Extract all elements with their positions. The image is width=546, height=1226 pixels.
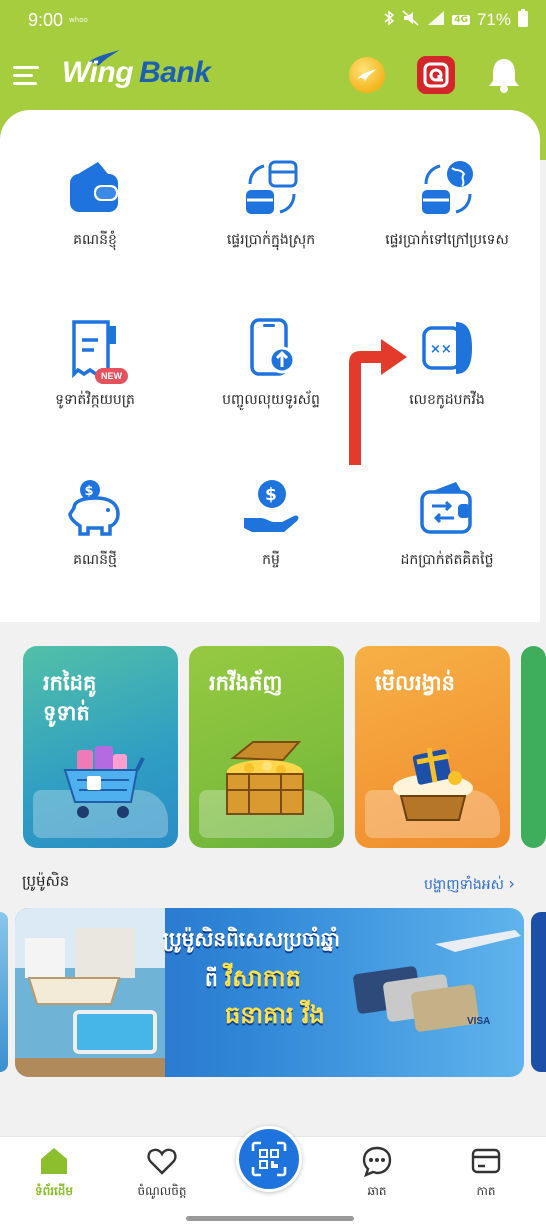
nav-home[interactable]: ទំព័រដើម [9, 1145, 99, 1201]
quick-action-free-withdraw[interactable]: ដកប្រាក់ឥតគិតថ្លៃ [362, 478, 532, 571]
quick-action-label: គណនីថ្មី [73, 552, 117, 568]
app-bar: Wing Bank [0, 44, 546, 108]
shopping-cart-icon [63, 746, 145, 818]
battery-icon [518, 9, 528, 31]
signal-icon [427, 10, 445, 30]
visa-label: VISA [467, 1016, 491, 1027]
bell-icon[interactable] [486, 56, 522, 94]
nav-chat[interactable]: ឆាត [332, 1145, 422, 1201]
svg-text:$: $ [265, 485, 277, 505]
quick-action-international-transfer[interactable]: ផ្ទេរប្រាក់ទៅក្រៅប្រទេស [362, 158, 532, 251]
treasure-chest-icon [226, 741, 304, 815]
quick-action-local-transfer[interactable]: ផ្ទេរប្រាក់ក្នុងស្រុក [186, 158, 356, 251]
see-all-label: បង្ហាញទាំងអស់ [424, 877, 504, 893]
mute-icon [402, 10, 420, 30]
banner-bank-name: ធនាគារ វីង [225, 1001, 325, 1029]
quick-action-bill-payment[interactable]: ទូទាត់វិក្កយបត្រ [10, 318, 180, 411]
logo-word-bank: Bank [139, 56, 211, 89]
qr-scan-icon [251, 1141, 287, 1177]
loan-icon: $ [244, 480, 299, 532]
nav-favorites[interactable]: ចំណូលចិត្ត [117, 1145, 207, 1201]
quick-action-my-account[interactable]: គណនីខ្ញុំ [10, 158, 180, 251]
quick-action-label: ដកប្រាក់ឥតគិតថ្លៃ [400, 552, 494, 568]
nav-label: ចំណូលចិត្ត [137, 1184, 187, 1198]
local-transfer-icon [246, 160, 298, 214]
reward-card-title: មើលរង្វាន់ [375, 671, 455, 695]
app-logo: Wing Bank [62, 56, 211, 90]
promotion-banner[interactable]: ប្រូម៉ូសិនពិសេសប្រចាំឆ្នាំ ពី វីសាកាត ធន… [15, 908, 524, 1077]
promotion-see-all-link[interactable]: បង្ហាញទាំងអស់ › [424, 874, 515, 896]
qr-scan-button[interactable] [236, 1126, 302, 1192]
nav-label: ឆាត [367, 1184, 387, 1198]
status-carrier-note: whoo [69, 16, 88, 24]
menu-icon[interactable] [13, 66, 39, 86]
svg-text:××: ×× [430, 342, 452, 357]
home-icon [41, 1148, 67, 1174]
banner-title: ប្រូម៉ូសិនពិសេសប្រចាំឆ្នាំ [163, 927, 340, 951]
logo-word-wing: Wing [62, 56, 134, 89]
banner-subtitle: ពី វីសាកាត [205, 964, 301, 992]
gift-icon [393, 747, 473, 821]
home-indicator[interactable] [186, 1216, 354, 1221]
chat-icon [362, 1146, 392, 1177]
nav-card[interactable]: កាត [441, 1145, 531, 1201]
status-icons: 4G 71% [383, 9, 528, 31]
quick-action-loan[interactable]: $ កម្ចី [186, 478, 356, 571]
wing-code-icon: ×× [422, 322, 472, 374]
nav-label: ទំព័រដើម [34, 1184, 74, 1198]
nav-label: កាត [476, 1184, 496, 1198]
reward-card-more[interactable] [521, 646, 546, 848]
card-icon [471, 1148, 501, 1174]
quick-action-label: ផ្ទេរប្រាក់ក្នុងស្រុក [226, 232, 316, 248]
mini-app-icon[interactable] [417, 56, 455, 94]
reward-card-view-prizes[interactable]: មើលរង្វាន់ [355, 646, 510, 848]
new-badge: NEW [95, 368, 128, 384]
quick-action-phone-topup[interactable]: បញ្ចូលលុយទូរស័ព្ទ [186, 318, 356, 411]
quick-action-label: បញ្ចូលលុយទូរស័ព្ទ [222, 392, 320, 408]
quick-action-label: គណនីខ្ញុំ [73, 232, 117, 248]
phone-topup-icon [250, 318, 296, 376]
network-type: 4G [452, 15, 470, 25]
status-bar: 9:00 whoo 4G 71% [0, 0, 546, 40]
reward-card-find-partner[interactable]: រកដៃគូ ទូទាត់ [23, 646, 178, 848]
status-time: 9:00 [28, 9, 64, 30]
reward-card-title: រកវីងភ័ញ [209, 671, 283, 695]
reward-card-find-treasure[interactable]: រកវីងភ័ញ [189, 646, 344, 848]
chevron-right-icon: › [508, 874, 515, 893]
coin-icon[interactable] [349, 57, 385, 93]
previous-banner-peek[interactable] [0, 912, 8, 1072]
heart-icon [147, 1148, 177, 1175]
battery-percent: 71% [476, 10, 511, 29]
bluetooth-icon [383, 10, 395, 30]
quick-action-label: ផ្ទេរប្រាក់ទៅក្រៅប្រទេស [385, 232, 509, 248]
free-withdraw-icon [420, 482, 472, 534]
next-banner-peek[interactable] [531, 912, 546, 1072]
quick-action-label: ទូទាត់វិក្កយបត្រ [55, 392, 135, 408]
international-transfer-icon [422, 161, 473, 214]
reward-card-title: រកដៃគូ ទូទាត់ [43, 671, 97, 725]
promotion-heading: ប្រូម៉ូសិន [22, 872, 70, 890]
quick-action-label: កម្ចី [262, 552, 280, 568]
quick-action-new-account[interactable]: $ គណនីថ្មី [10, 478, 180, 571]
piggy-bank-icon: $ [68, 480, 120, 536]
annotation-arrow [349, 339, 407, 465]
wallet-icon [70, 162, 118, 212]
